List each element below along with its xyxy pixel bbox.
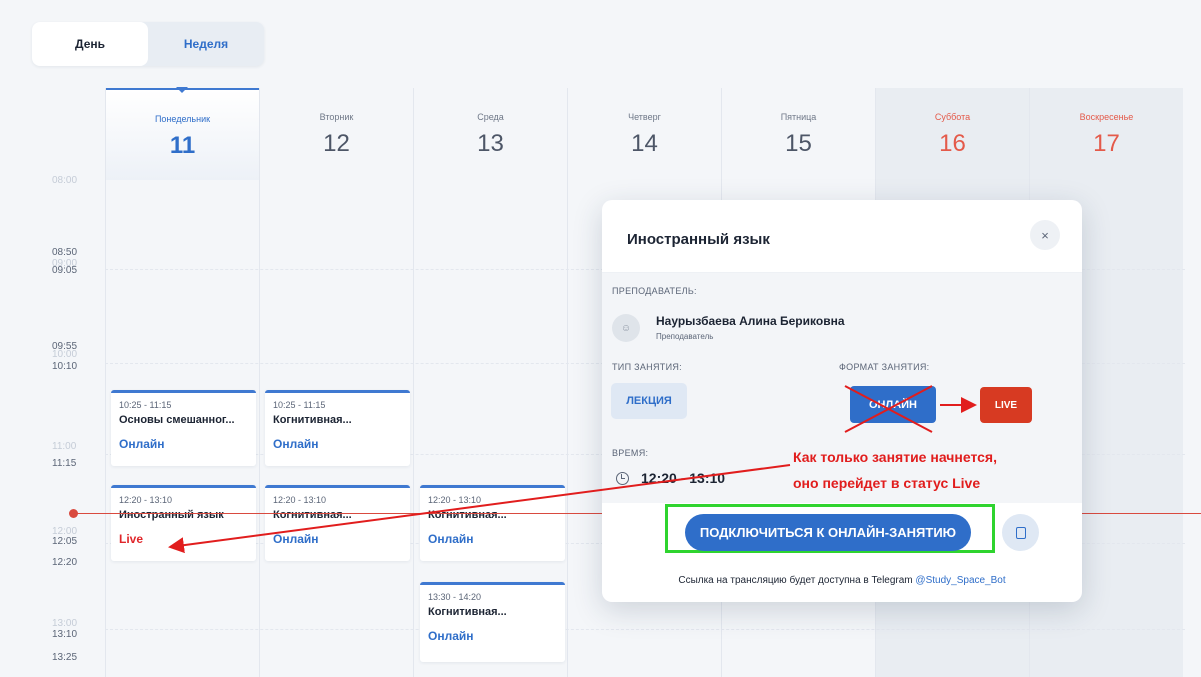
tab-day[interactable]: День [32, 22, 148, 66]
annotation-line: оно перейдет в статус Live [793, 475, 981, 491]
lesson-format-badge: ОНЛАЙН [850, 386, 936, 423]
event-time: 12:20 - 13:10 [119, 495, 173, 505]
event-status: Онлайн [119, 437, 165, 451]
event-title: Когнитивная... [428, 606, 507, 618]
lesson-time: 12:20 - 13:10 [616, 470, 725, 486]
today-marker-icon [176, 87, 188, 93]
day-header[interactable]: Четверг 14 [568, 88, 721, 180]
day-number: 17 [1093, 130, 1120, 157]
event-status: Онлайн [428, 629, 474, 643]
day-header[interactable]: Вторник 12 [260, 88, 413, 180]
day-number: 16 [939, 130, 966, 157]
event-card[interactable]: 10:25 - 11:15 Основы смешанног... Онлайн [111, 390, 256, 466]
event-card[interactable]: 13:30 - 14:20 Когнитивная... Онлайн [420, 582, 565, 662]
event-title: Когнитивная... [273, 414, 352, 426]
event-status: Онлайн [428, 532, 474, 546]
tab-week[interactable]: Неделя [148, 22, 264, 66]
popup-footer: ПОДКЛЮЧИТЬСЯ К ОНЛАЙН-ЗАНЯТИЮ Ссылка на … [602, 503, 1082, 602]
day-header[interactable]: Среда 13 [414, 88, 567, 180]
time-tick: 10:00 [52, 349, 78, 360]
teacher-label: ПРЕПОДАВАТЕЛЬ: [612, 286, 697, 296]
day-number: 12 [323, 130, 350, 157]
time-tick: 10:10 [52, 361, 78, 372]
lesson-time-value: 12:20 - 13:10 [641, 470, 726, 486]
popup-title: Иностранный язык [627, 231, 770, 248]
time-tick: 12:05 [52, 536, 78, 547]
day-number: 15 [785, 130, 812, 157]
time-tick: 13:25 [52, 652, 78, 663]
hour-gridline [105, 629, 1185, 630]
day-name: Вторник [319, 112, 354, 122]
annotation-text: Как только занятие начнется, оно перейде… [793, 444, 997, 496]
event-status: Онлайн [273, 437, 319, 451]
event-card[interactable]: 12:20 - 13:10 Когнитивная... Онлайн [420, 485, 565, 561]
telegram-note: Ссылка на трансляцию будет доступна в Te… [602, 575, 1082, 586]
event-card[interactable]: 10:25 - 11:15 Когнитивная... Онлайн [265, 390, 410, 466]
day-name: Среда [477, 112, 504, 122]
format-label: ФОРМАТ ЗАНЯТИЯ: [839, 362, 930, 372]
day-column-tuesday: Вторник 12 [259, 88, 413, 677]
time-gutter: 08:00 08:50 09:00 09:05 09:55 10:00 10:1… [44, 88, 104, 677]
type-label: ТИП ЗАНЯТИЯ: [612, 362, 682, 372]
event-status-live: Live [119, 532, 144, 546]
clock-icon [616, 471, 629, 485]
day-header[interactable]: Суббота 16 [876, 88, 1029, 180]
day-header[interactable]: Понедельник 11 [106, 87, 259, 180]
event-status: Онлайн [273, 532, 319, 546]
annotation-line: Как только занятие начнется, [793, 449, 997, 465]
event-time: 10:25 - 11:15 [119, 400, 172, 410]
time-label: ВРЕМЯ: [612, 448, 649, 458]
view-toggle: День Неделя [32, 22, 264, 66]
time-tick: 12:20 [52, 557, 78, 568]
day-name: Четверг [628, 112, 661, 122]
lesson-type-badge: ЛЕКЦИЯ [611, 383, 687, 419]
event-time: 12:20 - 13:10 [273, 495, 327, 505]
day-name: Понедельник [154, 114, 211, 124]
event-title: Когнитивная... [273, 509, 352, 521]
current-time-dot [69, 509, 78, 518]
live-status-badge: LIVE [980, 387, 1032, 423]
teacher-name: Наурызбаева Алина Бериковна [656, 314, 845, 328]
copy-icon [1015, 526, 1026, 539]
time-tick: 08:50 [52, 247, 78, 258]
day-header[interactable]: Пятница 15 [722, 88, 875, 180]
copy-link-button[interactable] [1002, 514, 1039, 551]
event-time: 13:30 - 14:20 [428, 592, 482, 602]
telegram-note-text: Ссылка на трансляцию будет доступна в Te… [678, 575, 916, 586]
day-name: Воскресенье [1079, 112, 1134, 122]
event-time: 10:25 - 11:15 [273, 400, 326, 410]
day-number: 13 [477, 130, 504, 157]
popup-header: Иностранный язык × [602, 200, 1082, 273]
day-name: Пятница [780, 112, 817, 122]
day-name: Суббота [934, 112, 971, 122]
event-title: Когнитивная... [428, 509, 507, 521]
time-tick: 09:05 [52, 265, 78, 276]
time-tick: 11:00 [52, 441, 77, 452]
close-button[interactable]: × [1030, 220, 1060, 250]
day-number: 11 [169, 132, 196, 159]
time-tick: 08:00 [52, 175, 78, 186]
event-card[interactable]: 12:20 - 13:10 Когнитивная... Онлайн [265, 485, 410, 561]
telegram-bot-link[interactable]: @Study_Space_Bot [915, 575, 1005, 586]
join-online-lesson-button[interactable]: ПОДКЛЮЧИТЬСЯ К ОНЛАЙН-ЗАНЯТИЮ [685, 514, 971, 551]
teacher-role: Преподаватель [656, 332, 714, 341]
day-column-monday: Понедельник 11 [105, 87, 259, 677]
day-header[interactable]: Воскресенье 17 [1030, 88, 1183, 180]
time-tick: 13:00 [52, 618, 78, 629]
time-tick: 11:15 [52, 458, 77, 469]
event-title: Иностранный язык [119, 509, 224, 521]
event-title: Основы смешанног... [119, 414, 235, 426]
day-number: 14 [631, 130, 658, 157]
event-time: 12:20 - 13:10 [428, 495, 482, 505]
time-tick: 13:10 [52, 629, 78, 640]
event-card-active[interactable]: 12:20 - 13:10 Иностранный язык Live [111, 485, 256, 561]
avatar: ☺ [612, 314, 640, 342]
event-details-popup: Иностранный язык × ПРЕПОДАВАТЕЛЬ: ☺ Наур… [602, 200, 1082, 602]
